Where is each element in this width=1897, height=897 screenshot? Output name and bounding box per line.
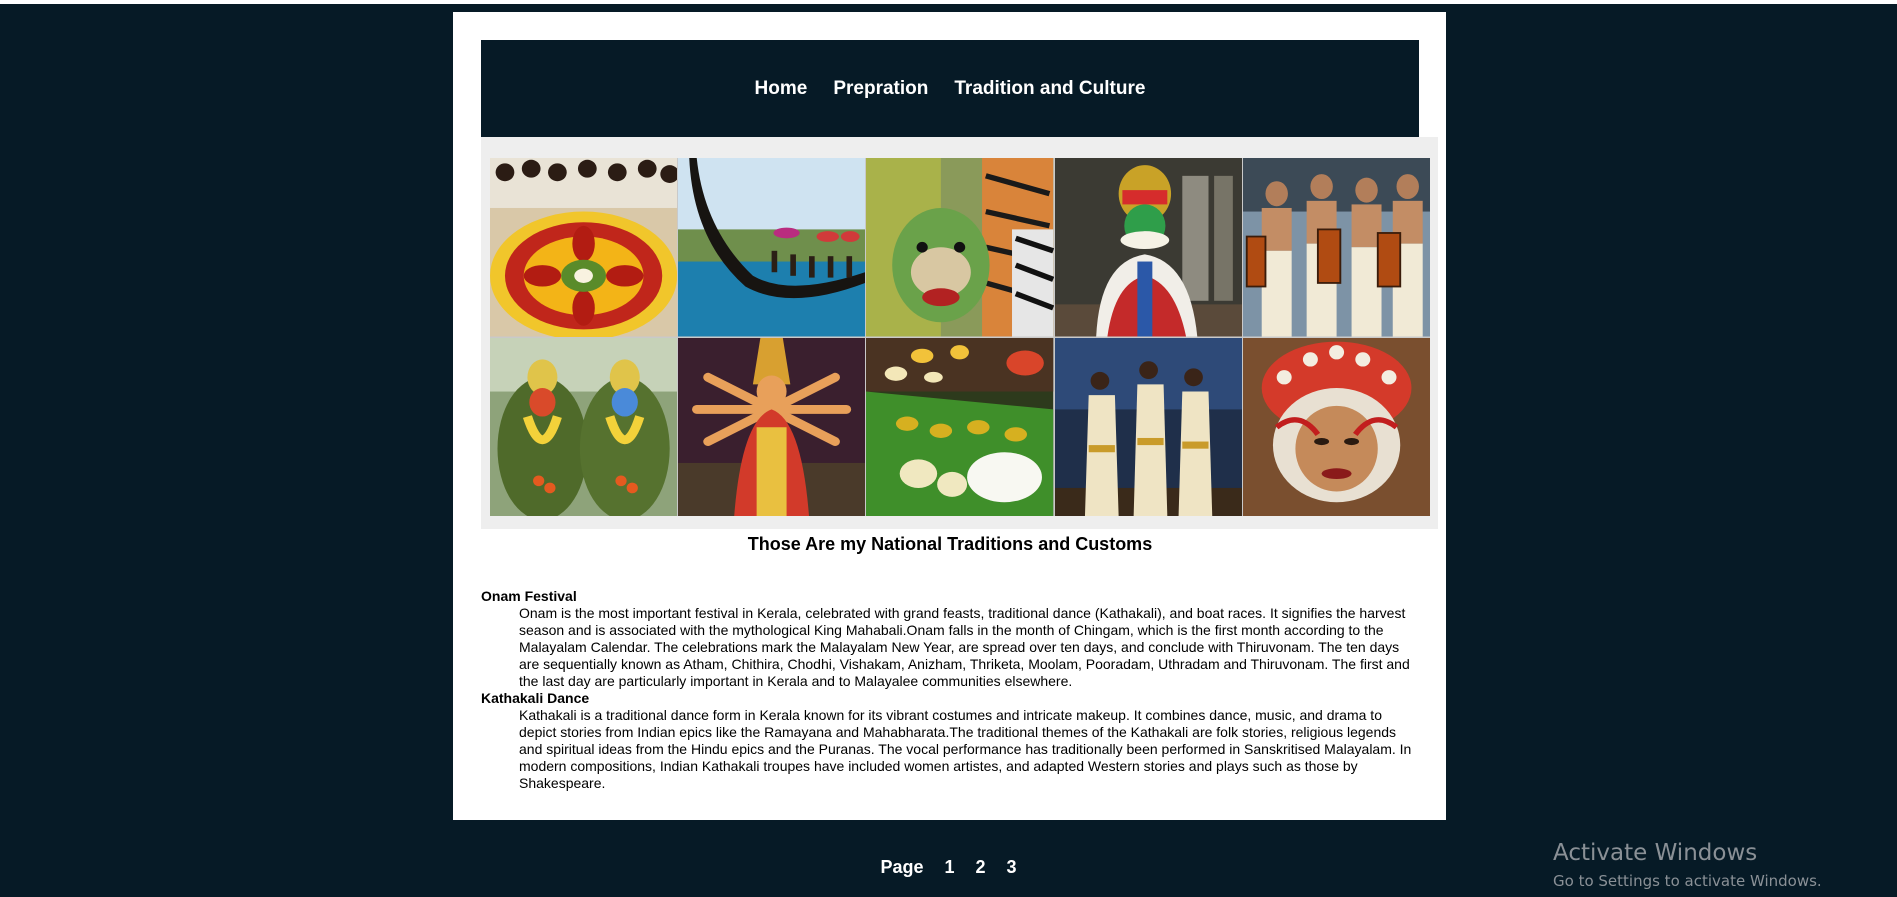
activate-windows-title: Activate Windows (1553, 840, 1758, 866)
theyyam-face-image (1242, 337, 1430, 516)
nav-home-link[interactable]: Home (755, 78, 808, 100)
activate-windows-watermark: Activate Windows Go to Settings to activ… (1553, 840, 1822, 890)
kathakali-dance-term: Kathakali Dance (481, 690, 590, 706)
navbar: Home Prepration Tradition and Culture (481, 40, 1419, 137)
page-1-link[interactable]: 1 (944, 857, 954, 877)
content-card: Home Prepration Tradition and Culture Th… (453, 12, 1446, 820)
nav-tradition-culture-link[interactable]: Tradition and Culture (954, 78, 1145, 100)
section-heading: Those Are my National Traditions and Cus… (747, 534, 1153, 554)
image-gallery (481, 137, 1438, 529)
onam-pookalam-image (490, 158, 678, 337)
many-armed-deity-image (678, 337, 866, 516)
theyyam-green-costume-image (490, 337, 678, 516)
onam-sadhya-feast-image (866, 337, 1054, 516)
page-2-link[interactable]: 2 (976, 857, 986, 877)
activate-windows-subtitle: Go to Settings to activate Windows. (1553, 872, 1822, 890)
gallery-grid (490, 158, 1430, 516)
kathakali-performer-image (1054, 158, 1242, 337)
pulikali-tiger-dance-image (866, 158, 1054, 337)
page-3-link[interactable]: 3 (1007, 857, 1017, 877)
onam-festival-description: Onam is the most important festival in K… (519, 605, 1410, 689)
top-border (0, 0, 1897, 4)
snake-boat-race-image (678, 158, 866, 337)
traditions-list: Onam Festival Onam is the most important… (481, 588, 1421, 792)
kathakali-dance-description: Kathakali is a traditional dance form in… (519, 707, 1412, 791)
thiruvathira-dance-image (1054, 337, 1242, 516)
pagination-label: Page (880, 857, 924, 877)
nav-prepration-link[interactable]: Prepration (833, 78, 928, 100)
onam-festival-term: Onam Festival (481, 588, 577, 604)
chenda-drummers-image (1242, 158, 1430, 337)
